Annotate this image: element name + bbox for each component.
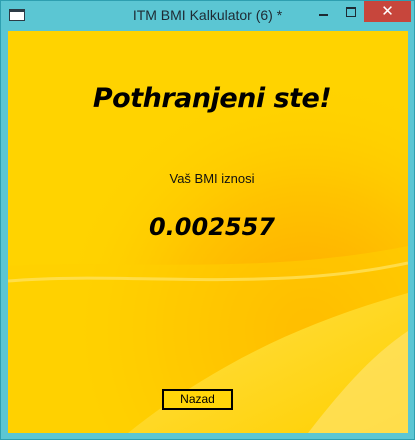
bmi-value: 0.002557 (148, 213, 275, 241)
maximize-button[interactable] (337, 1, 364, 22)
main-content: Pothranjeni ste! Vaš BMI iznosi 0.002557… (8, 31, 408, 433)
back-button[interactable]: Nazad (162, 389, 233, 410)
minimize-icon (319, 14, 328, 16)
close-icon: ✕ (381, 2, 394, 20)
bmi-label: Vaš BMI iznosi (169, 171, 255, 186)
minimize-button[interactable] (309, 1, 337, 22)
close-button[interactable]: ✕ (364, 1, 411, 22)
title-bar[interactable]: ITM BMI Kalkulator (6) * ✕ (1, 1, 414, 31)
result-headline: Pothranjeni ste! (92, 83, 332, 114)
maximize-icon (346, 7, 356, 17)
app-window: ITM BMI Kalkulator (6) * ✕ Pothranjeni s… (0, 0, 415, 440)
